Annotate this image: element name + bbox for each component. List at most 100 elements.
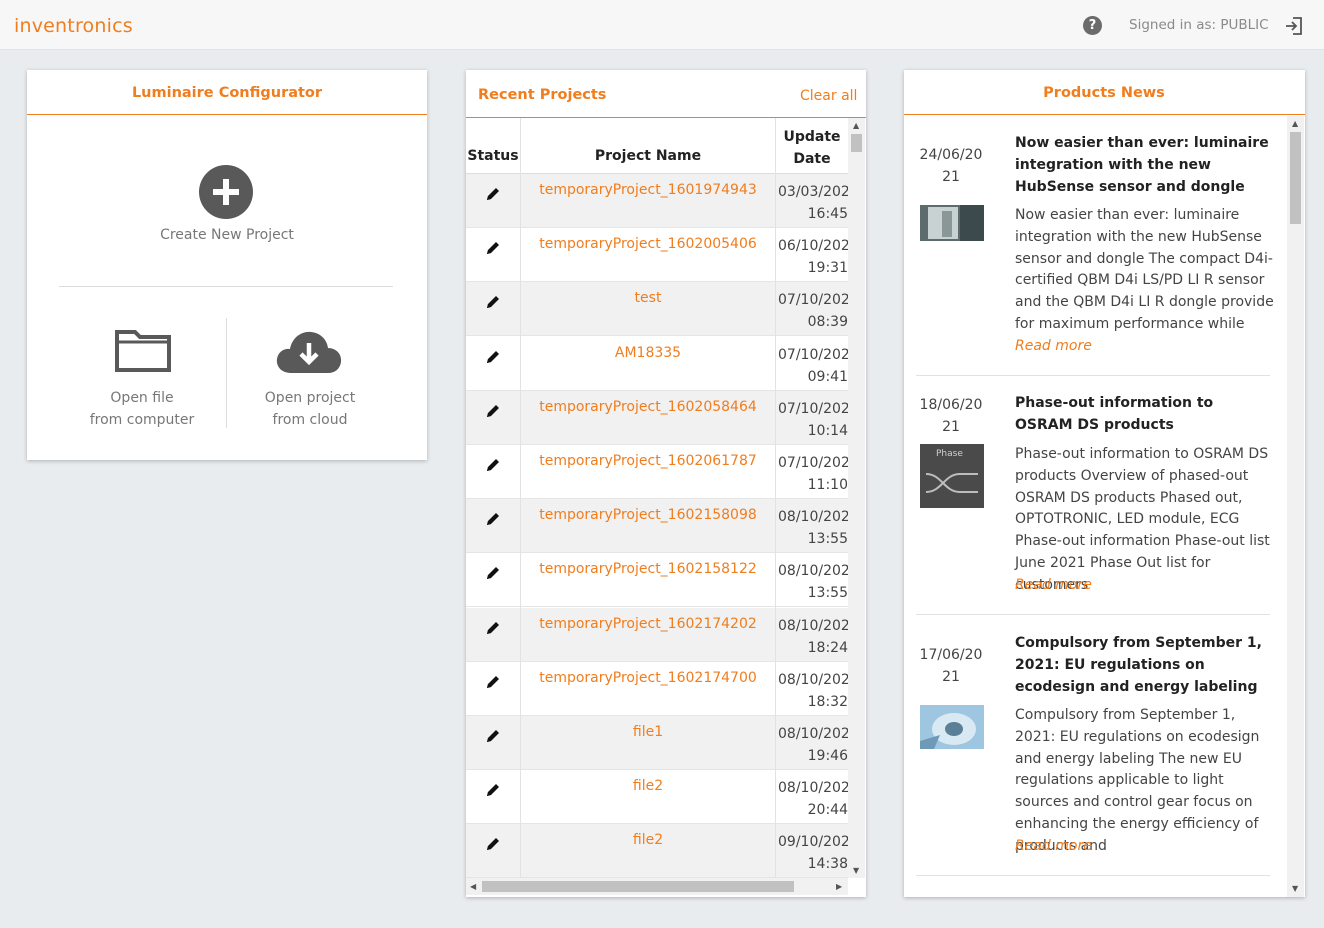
scroll-right-arrow-icon[interactable]: ▶ xyxy=(836,882,842,891)
table-header: Status Project Name Update Date xyxy=(466,118,848,174)
scroll-up-arrow-icon[interactable]: ▲ xyxy=(853,121,859,130)
table-row[interactable]: temporaryProject_1602158098 08/10/202 13:… xyxy=(466,499,848,554)
project-name-link[interactable]: temporaryProject_1602174700 xyxy=(521,670,775,686)
cloud-download-icon[interactable] xyxy=(275,327,343,375)
project-name-link[interactable]: AM18335 xyxy=(521,345,775,361)
project-update-date: 07/10/202 11:10 xyxy=(778,455,848,493)
table-row[interactable]: temporaryProject_1601974943 03/03/202 16:… xyxy=(466,174,848,228)
column-header-status[interactable]: Status xyxy=(466,148,520,164)
table-row[interactable]: temporaryProject_1602058464 07/10/202 10:… xyxy=(466,390,848,445)
column-divider xyxy=(520,118,521,878)
project-name-link[interactable]: test xyxy=(521,290,775,306)
scroll-left-arrow-icon[interactable]: ◀ xyxy=(470,882,476,891)
sign-out-icon[interactable] xyxy=(1284,16,1304,36)
project-name-link[interactable]: temporaryProject_1601974943 xyxy=(521,182,775,198)
project-update-date: 07/10/202 10:14 xyxy=(778,400,848,439)
pencil-icon[interactable] xyxy=(485,240,501,256)
news-date-line1: 24/06/20 xyxy=(919,147,983,163)
table-row[interactable]: file2 09/10/202 14:38 xyxy=(466,824,848,878)
read-more-link[interactable]: Read more xyxy=(1015,838,1092,854)
scroll-up-arrow-icon[interactable]: ▲ xyxy=(1292,119,1298,128)
projects-table-body: temporaryProject_1601974943 03/03/202 16:… xyxy=(466,174,848,878)
table-row[interactable]: temporaryProject_1602005406 06/10/202 19:… xyxy=(466,228,848,283)
project-update-date: 08/10/202 18:32 xyxy=(778,671,848,710)
table-row[interactable]: AM18335 07/10/202 09:41 xyxy=(466,337,848,391)
project-name-link[interactable]: temporaryProject_1602174202 xyxy=(521,616,775,632)
project-name-link[interactable]: temporaryProject_1602058464 xyxy=(521,399,775,415)
table-row[interactable]: file1 08/10/202 19:46 xyxy=(466,716,848,770)
news-title[interactable]: Phase-out information to OSRAM DS produc… xyxy=(1015,392,1269,436)
project-name-link[interactable]: file2 xyxy=(521,832,775,848)
scrollbar-thumb[interactable] xyxy=(851,134,862,152)
vertical-scrollbar[interactable]: ▲ ▼ xyxy=(848,118,865,878)
open-cloud-line2: from cloud xyxy=(272,412,348,428)
table-row[interactable]: test 07/10/202 08:39 xyxy=(466,282,848,337)
folder-icon[interactable] xyxy=(115,328,171,372)
read-more-link[interactable]: Read more xyxy=(1015,577,1092,593)
news-date-line2: 21 xyxy=(942,419,960,435)
table-row[interactable]: temporaryProject_1602174700 08/10/202 18:… xyxy=(466,662,848,716)
scrollbar-thumb[interactable] xyxy=(1290,132,1301,224)
plus-circle-icon[interactable] xyxy=(199,165,253,219)
update-date-line1: Update xyxy=(783,129,841,145)
project-update-date: 09/10/202 14:38 xyxy=(778,834,848,873)
pencil-icon[interactable] xyxy=(485,782,501,798)
scroll-down-arrow-icon[interactable]: ▼ xyxy=(853,866,859,875)
pencil-icon[interactable] xyxy=(485,457,501,473)
pencil-icon[interactable] xyxy=(485,565,501,581)
news-divider xyxy=(916,614,1270,615)
project-name-link[interactable]: temporaryProject_1602158098 xyxy=(521,507,775,523)
news-date: 24/06/20 21 xyxy=(918,144,984,188)
update-date-line2: Date xyxy=(793,151,831,167)
inventronics-logo[interactable]: inventronics xyxy=(14,15,133,37)
open-project-from-cloud-button[interactable]: Open project from cloud xyxy=(235,387,385,431)
pencil-icon[interactable] xyxy=(485,728,501,744)
news-thumbnail-image xyxy=(920,205,984,241)
news-title[interactable]: Compulsory from September 1, 2021: EU re… xyxy=(1015,632,1269,698)
table-row[interactable]: temporaryProject_1602158122 08/10/202 13:… xyxy=(466,553,848,608)
create-new-project-button[interactable]: Create New Project xyxy=(27,227,427,243)
title-divider xyxy=(904,114,1305,115)
news-title[interactable]: Now easier than ever: luminaire integrat… xyxy=(1015,132,1269,198)
recent-projects-panel: Recent Projects Clear all Status Project… xyxy=(466,70,866,897)
news-text: Phase-out information to OSRAM DS produc… xyxy=(1015,446,1270,593)
project-name-link[interactable]: file2 xyxy=(521,778,775,794)
read-more-link[interactable]: Read more xyxy=(1015,338,1092,354)
project-update-date: 08/10/202 18:24 xyxy=(778,617,848,656)
project-update-date: 03/03/202 16:45 xyxy=(778,184,848,222)
pencil-icon[interactable] xyxy=(485,511,501,527)
open-file-from-computer-button[interactable]: Open file from computer xyxy=(67,387,217,431)
column-header-project-name[interactable]: Project Name xyxy=(521,148,775,164)
table-row[interactable]: file2 08/10/202 20:44 xyxy=(466,770,848,825)
scrollbar-thumb[interactable] xyxy=(482,881,794,892)
pencil-icon[interactable] xyxy=(485,674,501,690)
question-circle-icon[interactable]: ? xyxy=(1083,16,1102,35)
pencil-icon[interactable] xyxy=(485,620,501,636)
table-row[interactable]: temporaryProject_1602061787 07/10/202 11:… xyxy=(466,445,848,499)
scroll-down-arrow-icon[interactable]: ▼ xyxy=(1292,884,1298,893)
project-update-date: 07/10/202 09:41 xyxy=(778,346,848,385)
news-divider xyxy=(916,375,1270,376)
open-file-line1: Open file xyxy=(110,390,174,406)
project-update-date: 08/10/202 13:55 xyxy=(778,563,848,602)
table-row[interactable]: temporaryProject_1602174202 08/10/202 18:… xyxy=(466,607,848,662)
news-text: Compulsory from September 1, 2021: EU re… xyxy=(1015,707,1260,854)
project-update-date: 07/10/202 08:39 xyxy=(778,292,848,331)
project-name-link[interactable]: file1 xyxy=(521,724,775,740)
project-name-link[interactable]: temporaryProject_1602061787 xyxy=(521,453,775,469)
pencil-icon[interactable] xyxy=(485,349,501,365)
pencil-icon[interactable] xyxy=(485,403,501,419)
products-news-panel: Products News 24/06/20 21 Now easier tha… xyxy=(904,70,1305,897)
pencil-icon[interactable] xyxy=(485,294,501,310)
divider xyxy=(59,286,393,287)
vertical-scrollbar[interactable]: ▲ ▼ xyxy=(1287,116,1304,897)
pencil-icon[interactable] xyxy=(485,836,501,852)
recent-projects-title: Recent Projects xyxy=(478,87,607,103)
horizontal-scrollbar[interactable]: ◀ ▶ xyxy=(466,878,848,895)
project-name-link[interactable]: temporaryProject_1602005406 xyxy=(521,236,775,252)
clear-all-link[interactable]: Clear all xyxy=(800,88,857,104)
project-name-link[interactable]: temporaryProject_1602158122 xyxy=(521,561,775,577)
pencil-icon[interactable] xyxy=(485,186,501,202)
news-date-line2: 21 xyxy=(942,669,960,685)
column-header-update-date[interactable]: Update Date xyxy=(776,126,848,170)
